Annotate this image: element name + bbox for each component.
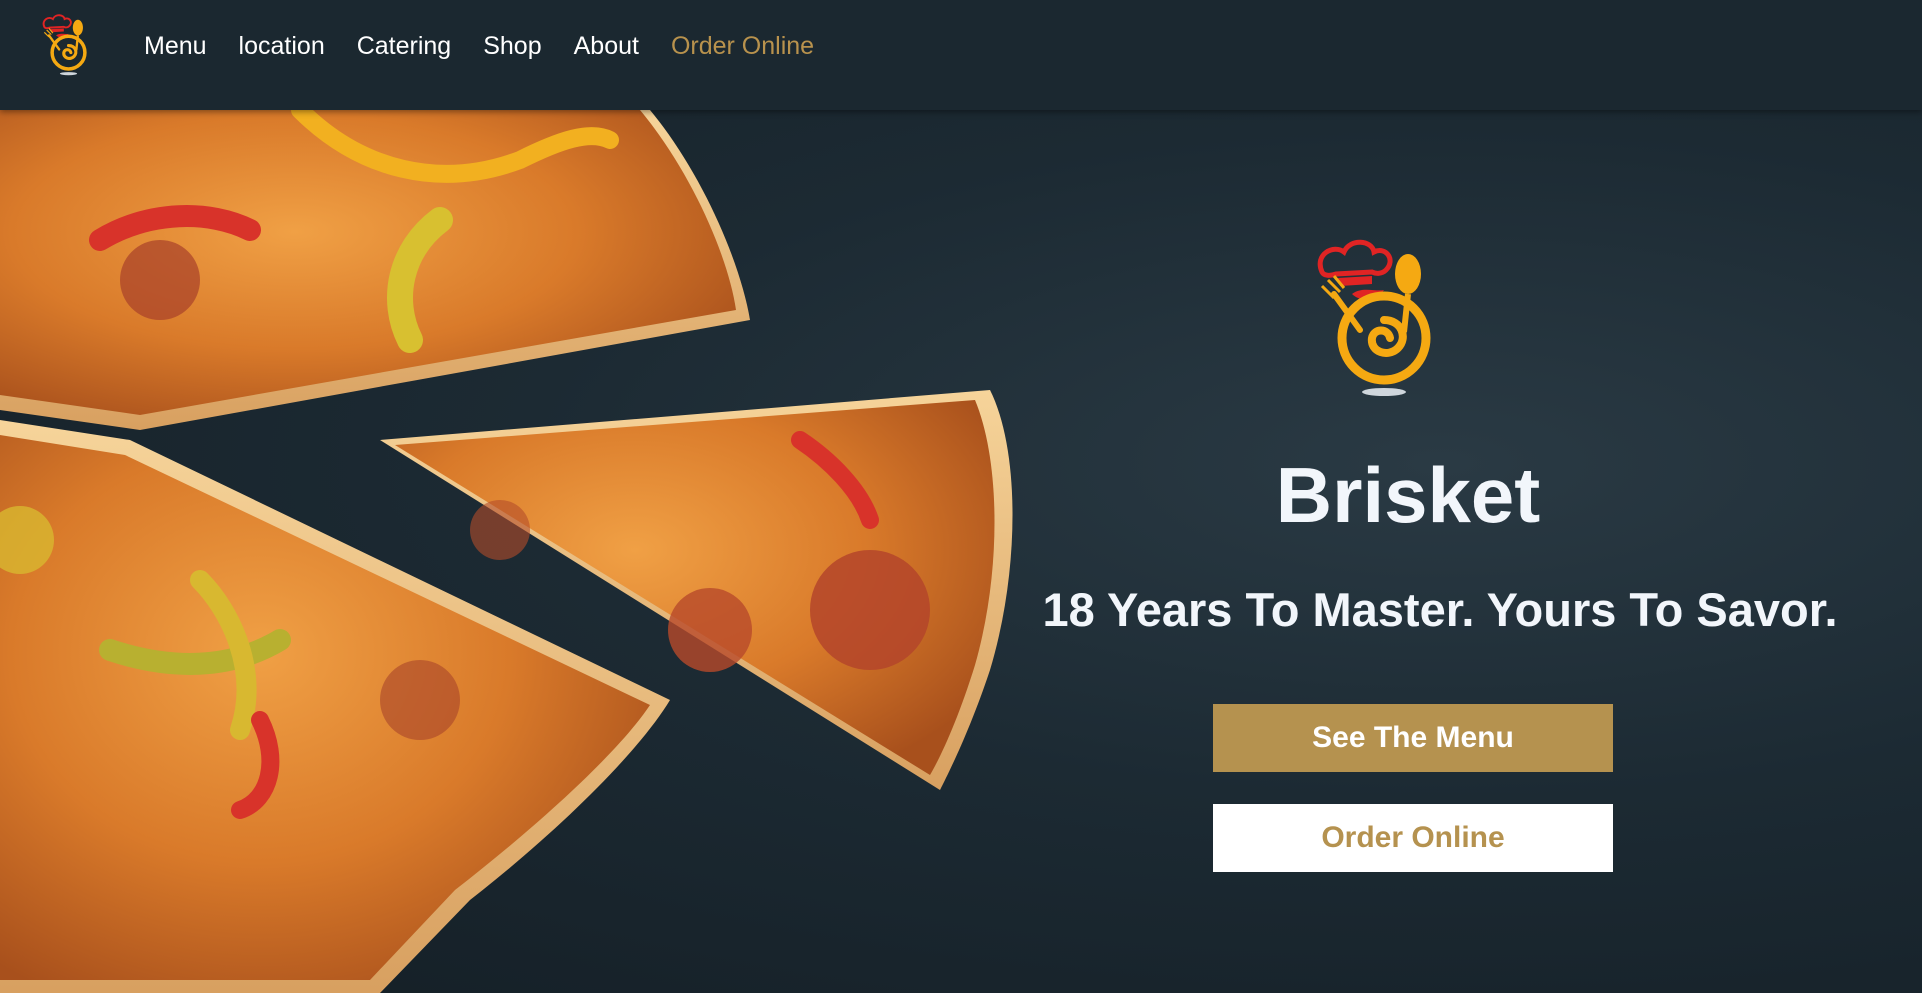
nav-order-online-link[interactable]: Order Online — [671, 28, 814, 64]
nav-shop-link[interactable]: Shop — [483, 28, 541, 64]
chef-hat-icon — [1317, 239, 1393, 300]
nav-location-link[interactable]: location — [239, 28, 325, 64]
nav-menu-link[interactable]: Menu — [144, 28, 207, 64]
see-the-menu-button[interactable]: See The Menu — [1213, 704, 1613, 772]
nav-about-link[interactable]: About — [574, 28, 639, 64]
hero-logo-icon — [1317, 239, 1431, 396]
top-navbar: Menu location Catering Shop About Order … — [0, 0, 1922, 110]
hero-title: Brisket — [1275, 451, 1541, 539]
brand-logo-icon[interactable] — [36, 12, 94, 76]
hero-section: Brisket 18 Years To Master. Yours To Sav… — [0, 110, 1922, 993]
order-online-button[interactable]: Order Online — [1213, 804, 1613, 872]
hero-tagline: 18 Years To Master. Yours To Savor. — [1042, 583, 1838, 636]
nav-catering-link[interactable]: Catering — [357, 28, 452, 64]
pizza-hero-image — [0, 110, 1013, 993]
main-nav: Menu location Catering Shop About Order … — [144, 28, 846, 64]
chef-hat-icon — [42, 14, 72, 38]
